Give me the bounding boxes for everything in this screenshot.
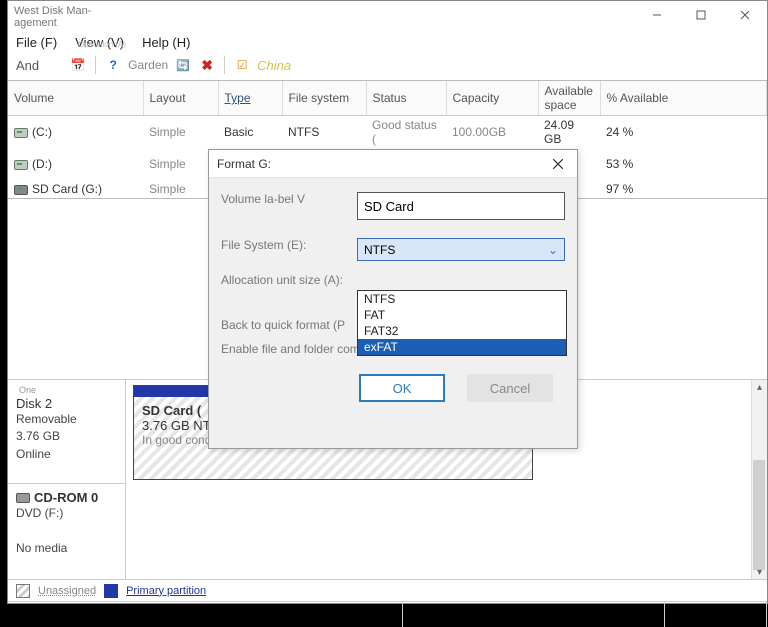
check-icon[interactable]: ☑ (233, 56, 251, 74)
cdrom-title: CD-ROM 0 (34, 490, 98, 505)
close-button[interactable] (723, 1, 767, 29)
volume-row[interactable]: (C:) Simple Basic NTFS Good status ( 100… (8, 116, 767, 149)
refresh-icon[interactable]: 🔄 (174, 56, 192, 74)
cdrom-drive: DVD (F:) (16, 505, 117, 522)
drive-icon (14, 128, 28, 138)
calendar-icon[interactable]: 📅 (69, 56, 87, 74)
toolbar-and[interactable]: And (16, 58, 39, 73)
col-available[interactable]: Available space (538, 81, 600, 116)
help-icon[interactable]: ? (104, 56, 122, 74)
cancel-button[interactable]: Cancel (467, 374, 553, 402)
format-dialog: Format G: Volume la-bel V File System (E… (208, 149, 578, 449)
menu-file[interactable]: File (F) (16, 35, 57, 50)
chevron-down-icon: ⌄ (548, 243, 558, 257)
scroll-thumb[interactable] (753, 460, 765, 570)
filesystem-label: File System (E): (221, 238, 357, 253)
status-bar (8, 601, 767, 627)
filesystem-value: NTFS (364, 243, 395, 257)
col-status[interactable]: Status (366, 81, 446, 116)
toolbar-garden[interactable]: Garden (128, 58, 168, 72)
volume-label-label: Volume la-bel V (221, 192, 357, 207)
legend-unassigned: Unassigned (38, 585, 96, 597)
sdcard-icon (14, 185, 28, 195)
scroll-up-icon[interactable]: ▴ (752, 380, 767, 394)
cdrom-icon (16, 493, 30, 503)
col-capacity[interactable]: Capacity (446, 81, 538, 116)
col-fs[interactable]: File system (282, 81, 366, 116)
disk2-title: Disk 2 (16, 396, 117, 411)
filesystem-select[interactable]: NTFS ⌄ (357, 238, 565, 261)
legend-unassigned-swatch (16, 584, 30, 598)
fs-option-ntfs[interactable]: NTFS (358, 291, 566, 307)
disk2-type: Removable (16, 411, 117, 428)
dialog-close-button[interactable] (545, 154, 571, 174)
fs-option-fat32[interactable]: FAT32 (358, 323, 566, 339)
filesystem-dropdown[interactable]: NTFS FAT FAT32 exFAT (357, 290, 567, 356)
scroll-down-icon[interactable]: ▾ (752, 565, 767, 579)
delete-icon[interactable]: ✖ (198, 56, 216, 74)
toolbar-china[interactable]: China (257, 58, 291, 73)
app-title: West Disk Man-agement (14, 1, 104, 29)
scrollbar[interactable]: ▴ ▾ (751, 380, 767, 579)
col-volume[interactable]: Volume (8, 81, 143, 116)
fs-option-exfat[interactable]: exFAT (358, 339, 566, 355)
disk2-state: Online (16, 446, 117, 463)
disk2-size: 3.76 GB (16, 428, 117, 445)
cdrom-state: No media (16, 540, 117, 557)
drive-icon (14, 160, 28, 170)
legend-primary: Primary partition (126, 585, 206, 597)
fs-option-fat[interactable]: FAT (358, 307, 566, 323)
dialog-title: Format G: (217, 157, 271, 171)
maximize-button[interactable] (679, 1, 723, 29)
ghost-label: Operation (A) (78, 40, 126, 49)
menu-help[interactable]: Help (H) (142, 35, 190, 50)
minimize-button[interactable] (635, 1, 679, 29)
allocation-label: Allocation unit size (A): (221, 273, 357, 288)
disk-one-label: One (19, 385, 36, 395)
col-layout[interactable]: Layout (143, 81, 218, 116)
col-type[interactable]: Type (218, 81, 282, 116)
ok-button[interactable]: OK (359, 374, 445, 402)
volume-label-input[interactable] (357, 192, 565, 220)
col-percent[interactable]: % Available (600, 81, 767, 116)
legend-primary-swatch (104, 584, 118, 598)
